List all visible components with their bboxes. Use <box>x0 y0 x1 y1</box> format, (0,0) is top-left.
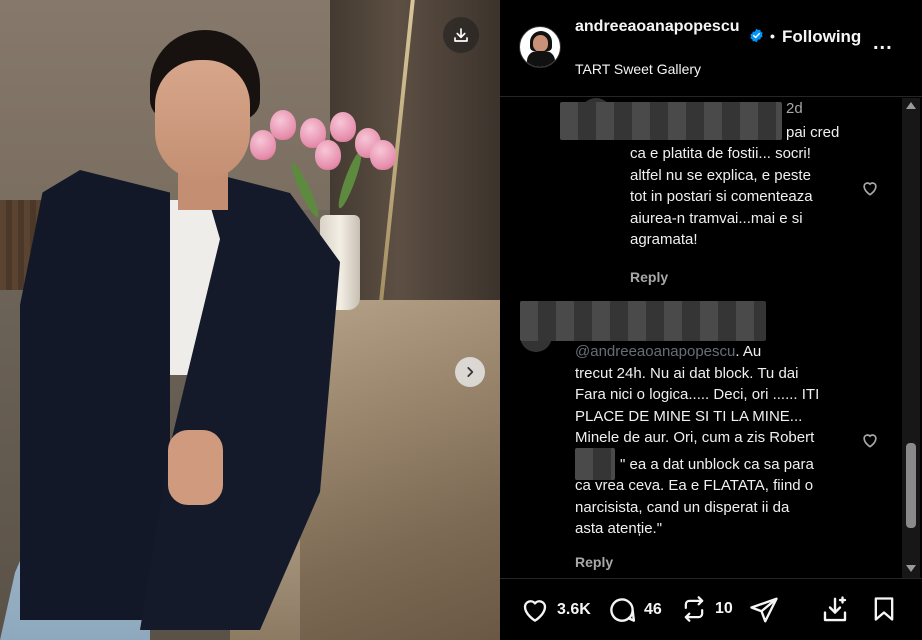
header-separator: • <box>770 28 775 44</box>
following-button[interactable]: Following <box>782 27 861 47</box>
comment-icon <box>610 598 636 622</box>
repost-count[interactable]: 10 <box>715 600 733 618</box>
scroll-up-arrow[interactable] <box>906 102 916 109</box>
post-location[interactable]: TART Sweet Gallery <box>575 61 701 77</box>
save-to-collection-button[interactable] <box>820 595 850 625</box>
redacted-username <box>560 102 782 140</box>
face <box>155 60 250 180</box>
author-avatar[interactable] <box>519 26 561 68</box>
repost-icon <box>684 596 704 622</box>
heart-icon <box>523 600 547 622</box>
reply-button[interactable]: Reply <box>630 269 668 285</box>
comment-text-line: tot in postari si comenteaza <box>630 188 813 205</box>
comment-text-line: ca e platita de fostii... socri! <box>630 145 811 162</box>
share-icon <box>750 597 778 623</box>
comment-text-line: agramata! <box>630 231 698 248</box>
scroll-down-arrow[interactable] <box>906 565 916 572</box>
comment-text-line: trecut 24h. Nu ai dat block. Tu dai <box>575 365 799 382</box>
comment-text-line: pai cred <box>786 124 840 141</box>
redacted-username <box>520 301 766 341</box>
hand <box>168 430 223 505</box>
download-button[interactable] <box>443 17 479 53</box>
comment-mention[interactable]: @andreeaoanapopescu <box>575 343 735 360</box>
post-side-panel: andreeaoanapopescu • Following ... TART … <box>500 0 922 640</box>
comment-text-line: altfel nu se explica, e peste <box>630 167 811 184</box>
comment-text-line: @andreeaoanapopescu. Au <box>575 343 762 360</box>
comments-list: 2d pai cred ca e platita de fostii... so… <box>500 98 922 578</box>
post-actions-bar: 3.6K 46 10 <box>500 578 922 640</box>
comment-text-line: Fara nici o logica..... Deci, ori ......… <box>575 386 820 403</box>
scrollbar-thumb[interactable] <box>906 443 916 528</box>
post-header: andreeaoanapopescu • Following ... TART … <box>500 0 922 97</box>
comments-scrollbar[interactable] <box>902 98 920 578</box>
comment-text-line: PLACE DE MINE SI TI LA MINE... <box>575 408 803 425</box>
repost-button[interactable]: 10 <box>680 595 733 623</box>
chevron-right-icon <box>467 367 474 377</box>
comment-like-heart-icon[interactable] <box>860 178 880 198</box>
comment-text-line: aiurea-n tramvai...mai e si <box>630 210 803 227</box>
comment-like-heart-icon[interactable] <box>860 430 880 450</box>
next-image-button[interactable] <box>455 357 485 387</box>
download-icon <box>454 28 468 42</box>
comment-count[interactable]: 46 <box>644 601 662 619</box>
comment-text-line: narcisista, cand un disperat ii da <box>575 499 790 516</box>
comment-text-line: " ea a dat unblock ca sa para <box>620 456 814 473</box>
comment-button[interactable]: 46 <box>607 595 662 625</box>
blazer-left <box>20 170 170 620</box>
person-figure <box>0 0 500 640</box>
more-options-button[interactable]: ... <box>873 32 893 55</box>
comment-age: 2d <box>786 100 803 117</box>
post-image[interactable] <box>0 0 500 640</box>
like-button[interactable]: 3.6K <box>520 595 591 625</box>
comment-text-line: ca vrea ceva. Ea e FLATATA, fiind o <box>575 477 814 494</box>
share-button[interactable] <box>749 595 779 625</box>
like-count[interactable]: 3.6K <box>557 601 591 619</box>
bookmark-button[interactable] <box>870 595 898 623</box>
comment-text-line: asta atenție." <box>575 520 663 537</box>
comment-text-line: Minele de aur. Ori, cum a zis Robert <box>575 429 815 446</box>
verified-badge-icon <box>750 28 763 43</box>
bookmark-icon <box>874 597 894 621</box>
author-username[interactable]: andreeaoanapopescu <box>575 17 740 37</box>
save-post-icon <box>823 596 847 622</box>
reply-button[interactable]: Reply <box>575 554 613 570</box>
